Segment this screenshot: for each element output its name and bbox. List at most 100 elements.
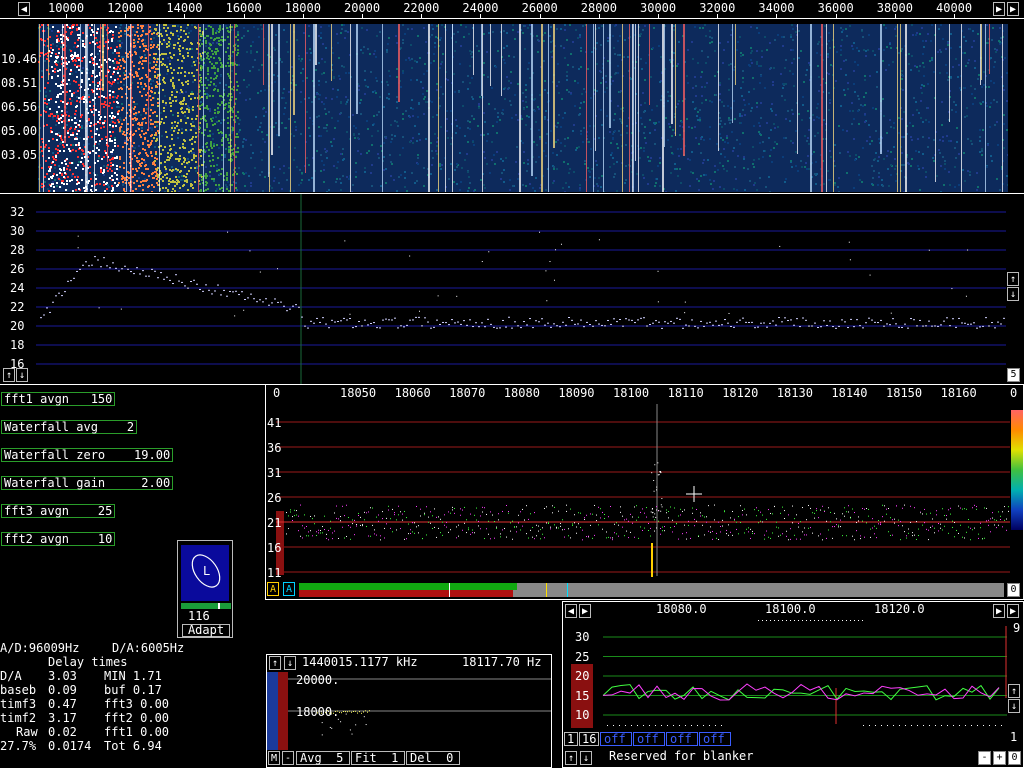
delay-name: 27.7%	[0, 739, 37, 753]
frequency-offset: 18117.70 Hz	[462, 655, 542, 669]
delay-value: 0.02	[48, 725, 77, 739]
baseband-corner-right: 0	[1010, 386, 1018, 400]
scroll-left-button[interactable]: ◀	[18, 2, 30, 16]
freq-m-button[interactable]: M	[268, 751, 280, 765]
hires-right-end-button[interactable]: ▶	[993, 604, 1005, 618]
hires-x-tick: 18080.0	[656, 602, 707, 616]
delay-name: baseb	[0, 683, 37, 697]
spectrum-y-tick: 22	[10, 300, 25, 314]
frequency-y-top: 20000.	[296, 673, 340, 687]
spectrum-up-button[interactable]: ↑	[1007, 272, 1019, 286]
baseband-right-value[interactable]: 0	[1007, 583, 1020, 597]
blanker-status: Reserved for blanker	[609, 749, 754, 763]
frequency-scale: 10000 12000 14000 16000 18000 20000 22000 24000…	[32, 1, 990, 18]
waterfall-time-label: 08.51	[1, 76, 38, 90]
delay-value: 3.17	[48, 711, 77, 725]
baseband-level-bar[interactable]	[299, 583, 1004, 597]
hires-sixteen-button[interactable]: 16	[579, 732, 599, 746]
delay-name: timf3	[0, 697, 37, 711]
param-waterfall-avg[interactable]: Waterfall avg 2	[1, 420, 138, 434]
del-button[interactable]: Del 0	[406, 751, 460, 765]
hires-zero-button[interactable]: 0	[1008, 751, 1021, 765]
scale-tick-label: 24000	[462, 1, 499, 15]
spectrum-y-tick: 20	[10, 319, 25, 333]
scroll-right-button[interactable]: ▶	[993, 2, 1005, 16]
scroll-right-end-button[interactable]: ▶	[1007, 2, 1019, 16]
scale-underline	[0, 18, 1024, 19]
baseband-x-tick: 18060	[394, 386, 431, 400]
param-waterfall-gain[interactable]: Waterfall gain 2.00	[1, 476, 174, 490]
baseband-y-tick: 16	[267, 541, 282, 555]
hires-y-tick: 25	[575, 649, 590, 664]
adapt-button[interactable]: Adapt	[182, 624, 230, 637]
hires-down-button[interactable]: ↓	[1008, 699, 1020, 713]
scale-tick-label: 10000	[48, 1, 85, 15]
blanker-up-button[interactable]: ↑	[565, 751, 577, 765]
scale-tick-label: 20000	[344, 1, 381, 15]
hires-spectrum[interactable]	[563, 618, 1023, 730]
hires-plus-button[interactable]: +	[993, 751, 1006, 765]
scale-tick-label: 30000	[640, 1, 677, 15]
frequency-y-mid: 18000.	[296, 705, 340, 719]
polarization-indicator[interactable]: L 116 Adapt	[177, 540, 233, 638]
delay-name: D/A	[0, 669, 22, 683]
hires-right-bottom: 1	[1010, 730, 1018, 744]
baseband-a1-button[interactable]: A	[267, 582, 279, 596]
delay-extra: fft3 0.00	[104, 697, 170, 711]
baseband-x-tick: 18090	[558, 386, 595, 400]
freq-up-button[interactable]: ↑	[269, 656, 281, 670]
hires-up-button[interactable]: ↑	[1008, 684, 1020, 698]
baseband-y-tick: 21	[267, 516, 282, 530]
hires-minus-button[interactable]: -	[978, 751, 991, 765]
param-waterfall-zero[interactable]: Waterfall zero 19.00	[1, 448, 174, 462]
ad-rate: A/D:96009Hz	[0, 641, 80, 655]
baseband-y-tick: 11	[267, 566, 282, 580]
hires-right-button[interactable]: ▶	[579, 604, 591, 618]
polarization-value: 116	[188, 609, 210, 623]
delay-name: timf2	[0, 711, 37, 725]
freq-down-button[interactable]: ↓	[284, 656, 296, 670]
frequency-readout: 1440015.1177 kHz	[302, 655, 418, 669]
baseband-x-tick: 18140	[831, 386, 868, 400]
avg-button[interactable]: Avg 5	[296, 751, 350, 765]
scale-tick-label: 18000	[284, 1, 321, 15]
delay-extra: Tot 6.94	[104, 739, 162, 753]
hires-off-button[interactable]: off	[600, 732, 632, 746]
hires-one-button[interactable]: 1	[564, 732, 578, 746]
blanker-down-button[interactable]: ↓	[580, 751, 592, 765]
waterfall-display[interactable]	[38, 24, 1008, 192]
spectrum-y-tick: 26	[10, 262, 25, 276]
freq-minus-button[interactable]: -	[282, 751, 294, 765]
baseband-x-tick: 18110	[667, 386, 704, 400]
baseband-x-tick: 18160	[940, 386, 977, 400]
hires-y-tick: 30	[575, 630, 590, 644]
spectrum-scroll-value[interactable]: 5	[1007, 368, 1020, 382]
hires-y-tick: 20	[575, 669, 590, 683]
delay-extra: fft1 0.00	[104, 725, 170, 739]
polarization-label: L	[203, 564, 211, 578]
hires-off-button[interactable]: off	[633, 732, 665, 746]
hires-x-tick: 18120.0	[874, 602, 925, 616]
hires-off-button[interactable]: off	[699, 732, 731, 746]
spectrum-y-tick: 30	[10, 224, 25, 238]
param-fft3-avgn[interactable]: fft3 avgn 25	[1, 504, 116, 518]
baseband-spectrum[interactable]	[266, 400, 1023, 580]
fit-button[interactable]: Fit 1	[351, 751, 405, 765]
hires-right-top: 9	[1013, 621, 1021, 635]
spectrum-down-button[interactable]: ↓	[1007, 287, 1019, 301]
baseband-x-tick: 18120	[722, 386, 759, 400]
baseband-y-tick: 26	[267, 491, 282, 505]
baseband-a2-button[interactable]: A	[283, 582, 295, 596]
baseband-x-tick: 18080	[503, 386, 540, 400]
hires-y-tick: 10	[575, 708, 590, 722]
hires-right-end2-button[interactable]: ▶	[1007, 604, 1019, 618]
spectrum-y-tick: 18	[10, 338, 25, 352]
wide-spectrum-graph[interactable]	[0, 194, 1024, 384]
baseband-y-tick: 36	[267, 441, 282, 455]
delay-value: 0.47	[48, 697, 77, 711]
param-fft2-avgn[interactable]: fft2 avgn 10	[1, 532, 116, 546]
hires-off-button[interactable]: off	[666, 732, 698, 746]
param-fft1-avgn[interactable]: fft1 avgn 150	[1, 392, 116, 406]
scale-tick-label: 28000	[580, 1, 617, 15]
hires-left-button[interactable]: ◀	[565, 604, 577, 618]
